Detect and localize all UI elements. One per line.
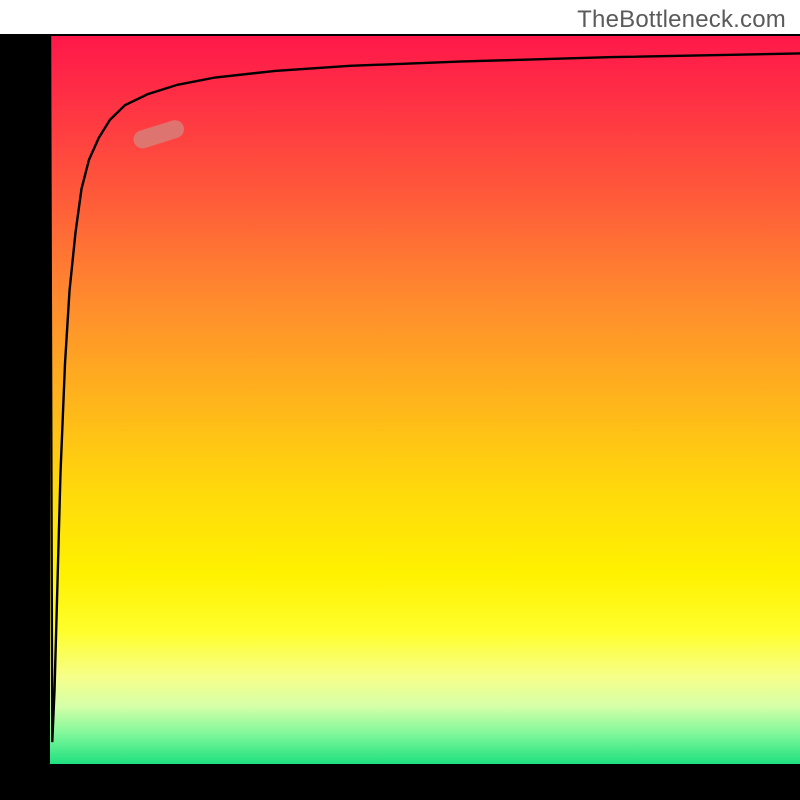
chart-container: TheBottleneck.com	[0, 0, 800, 800]
curve-svg	[50, 36, 800, 764]
plot-area	[50, 36, 800, 764]
axis-top-border	[0, 34, 800, 36]
watermark-text: TheBottleneck.com	[577, 6, 786, 34]
y-axis-band	[0, 34, 50, 764]
x-axis-band	[0, 764, 800, 800]
highlight-marker	[131, 118, 186, 151]
